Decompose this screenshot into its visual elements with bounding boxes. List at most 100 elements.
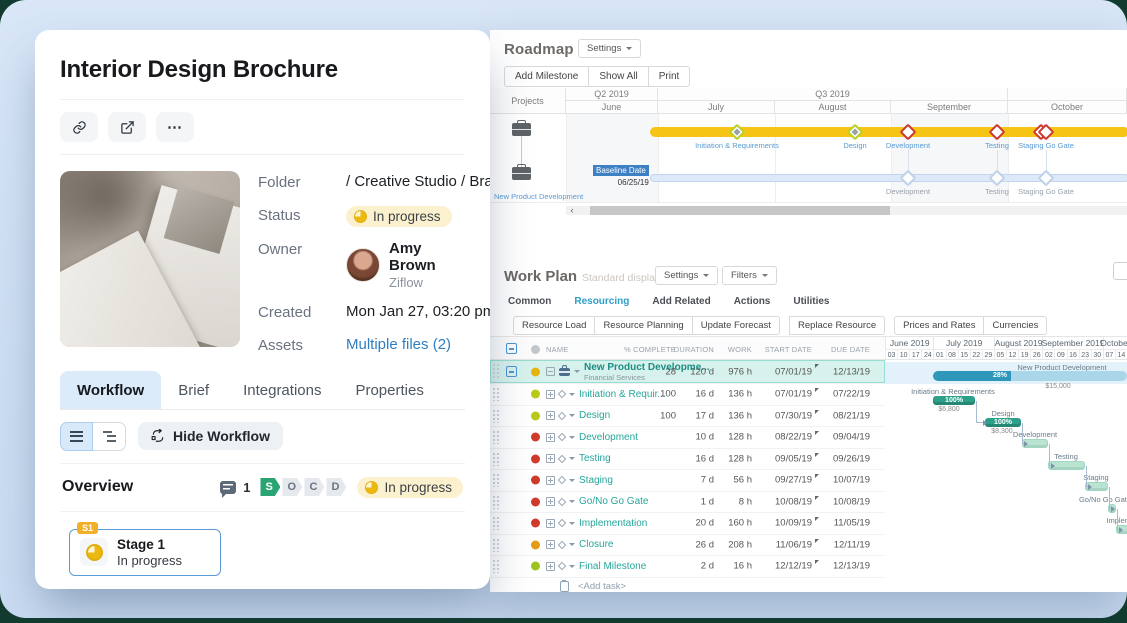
- row-drag-handle[interactable]: [492, 559, 499, 573]
- cut-off-control[interactable]: [1113, 262, 1127, 280]
- roadmap-project-label[interactable]: New Product Development: [494, 192, 583, 201]
- project-thumbnail[interactable]: [60, 171, 240, 347]
- chevron-down-icon[interactable]: [569, 479, 575, 485]
- workplan-tab-common[interactable]: Common: [508, 296, 551, 307]
- row-drag-handle[interactable]: [492, 473, 499, 487]
- workplan-tab-add-related[interactable]: Add Related: [652, 296, 710, 307]
- field-row-owner: OwnerAmy BrownZiflow: [258, 240, 465, 290]
- roadmap-current-bar[interactable]: [650, 127, 1127, 137]
- add-task-row[interactable]: <Add task>: [490, 578, 885, 595]
- expand-icon[interactable]: [546, 411, 555, 420]
- table-row[interactable]: Closure26 d208 h11/06/1912/11/19: [490, 535, 885, 557]
- expand-icon[interactable]: [546, 433, 555, 442]
- chevron-down-icon[interactable]: [569, 393, 575, 399]
- table-row[interactable]: Implementation20 d160 h10/09/1911/05/19: [490, 513, 885, 535]
- row-drag-handle[interactable]: [492, 409, 499, 423]
- expand-icon[interactable]: [546, 390, 555, 399]
- collapse-icon[interactable]: [546, 367, 555, 376]
- hide-workflow-button[interactable]: Hide Workflow: [138, 422, 283, 450]
- overview-row[interactable]: Overview 1 SOCD In progress: [60, 463, 465, 512]
- row-drag-handle[interactable]: [492, 495, 499, 509]
- assets-link[interactable]: Multiple files (2): [346, 336, 451, 353]
- tree-view-button[interactable]: [93, 422, 126, 451]
- row-drag-handle[interactable]: [492, 363, 499, 379]
- expand-icon[interactable]: [546, 562, 555, 571]
- table-row[interactable]: Design10017 d136 h07/30/1908/21/19: [490, 406, 885, 428]
- table-row[interactable]: Initiation & Requir...10016 d136 h07/01/…: [490, 384, 885, 406]
- prices-and-rates-button[interactable]: Prices and Rates: [894, 316, 984, 335]
- table-row[interactable]: Testing16 d128 h09/05/1909/26/19: [490, 449, 885, 471]
- expand-icon[interactable]: [546, 540, 555, 549]
- task-name[interactable]: Go/No Go Gate: [579, 496, 648, 507]
- expand-icon[interactable]: [546, 497, 555, 506]
- more-actions-button[interactable]: ⋯: [156, 112, 194, 142]
- tab-workflow[interactable]: Workflow: [60, 371, 161, 409]
- task-name[interactable]: Design: [579, 410, 610, 421]
- row-drag-handle[interactable]: [492, 538, 499, 552]
- chevron-down-icon[interactable]: [574, 370, 580, 376]
- row-checkbox[interactable]: [506, 366, 517, 377]
- resource-planning-button[interactable]: Resource Planning: [595, 316, 692, 335]
- task-name[interactable]: Development: [579, 432, 638, 443]
- table-row[interactable]: Go/No Go Gate1 d8 h10/08/1910/08/19: [490, 492, 885, 514]
- gantt-month-august-2019: August 2019: [994, 337, 1042, 349]
- list-view-button[interactable]: [60, 422, 93, 451]
- gantt-task-bar[interactable]: 100%: [985, 418, 1021, 427]
- show-all-button[interactable]: Show All: [589, 66, 648, 87]
- row-drag-handle[interactable]: [492, 430, 499, 444]
- gantt-task-bar[interactable]: 100%: [933, 396, 975, 405]
- task-name[interactable]: Implementation: [579, 518, 647, 529]
- table-row[interactable]: New Product Developme...Financial Servic…: [490, 360, 885, 384]
- resource-load-button[interactable]: Resource Load: [513, 316, 595, 335]
- task-name[interactable]: Final Milestone: [579, 561, 646, 572]
- replace-resource-button[interactable]: Replace Resource: [789, 316, 885, 335]
- briefcase-icon[interactable]: [512, 167, 531, 180]
- gantt-summary-bar[interactable]: 28%: [933, 371, 1127, 381]
- table-row[interactable]: Staging7 d56 h09/27/1910/07/19: [490, 470, 885, 492]
- currencies-button[interactable]: Currencies: [984, 316, 1047, 335]
- chevron-down-icon[interactable]: [569, 436, 575, 442]
- month-header-october: October: [1008, 101, 1127, 114]
- tab-properties[interactable]: Properties: [338, 371, 440, 409]
- chevron-down-icon[interactable]: [569, 414, 575, 420]
- stage-card[interactable]: S1 Stage 1 In progress: [69, 529, 221, 577]
- task-name[interactable]: Testing: [579, 453, 611, 464]
- task-name[interactable]: Closure: [579, 539, 613, 550]
- dependency-arrow-icon: [1119, 527, 1126, 533]
- update-forecast-button[interactable]: Update Forecast: [693, 316, 780, 335]
- table-row[interactable]: Development10 d128 h08/22/1909/04/19: [490, 427, 885, 449]
- share-button[interactable]: [108, 112, 146, 142]
- roadmap-baseline-bar[interactable]: [650, 174, 1127, 182]
- expand-icon[interactable]: [546, 454, 555, 463]
- chevron-down-icon[interactable]: [569, 543, 575, 549]
- table-row[interactable]: Final Milestone2 d16 h12/12/1912/13/19: [490, 556, 885, 578]
- baseline-date-tag: Baseline Date 06/25/19: [593, 165, 649, 187]
- chevron-down-icon[interactable]: [569, 565, 575, 571]
- scroll-left-arrow[interactable]: ‹: [566, 206, 578, 215]
- workplan-tab-actions[interactable]: Actions: [734, 296, 771, 307]
- chevron-down-icon[interactable]: [569, 500, 575, 506]
- row-drag-handle[interactable]: [492, 387, 499, 401]
- task-name[interactable]: Staging: [579, 475, 613, 486]
- tab-integrations[interactable]: Integrations: [226, 371, 338, 409]
- add-milestone-button[interactable]: Add Milestone: [504, 66, 589, 87]
- workplan-filters-button[interactable]: Filters: [722, 266, 777, 285]
- tab-brief[interactable]: Brief: [161, 371, 226, 409]
- print-button[interactable]: Print: [649, 66, 691, 87]
- chevron-down-icon[interactable]: [569, 457, 575, 463]
- comment-icon[interactable]: [220, 481, 236, 494]
- briefcase-icon[interactable]: [512, 123, 531, 136]
- chevron-down-icon[interactable]: [569, 522, 575, 528]
- roadmap-settings-button[interactable]: Settings: [578, 39, 641, 58]
- workplan-tab-resourcing[interactable]: Resourcing: [574, 296, 629, 307]
- row-drag-handle[interactable]: [492, 516, 499, 530]
- task-name[interactable]: Initiation & Requir...: [579, 389, 666, 400]
- select-all-checkbox[interactable]: [506, 343, 517, 354]
- workplan-tab-utilities[interactable]: Utilities: [793, 296, 829, 307]
- roadmap-hscrollbar-thumb[interactable]: [590, 206, 890, 215]
- expand-icon[interactable]: [546, 519, 555, 528]
- workplan-settings-button[interactable]: Settings: [655, 266, 718, 285]
- row-drag-handle[interactable]: [492, 452, 499, 466]
- copy-link-button[interactable]: [60, 112, 98, 142]
- expand-icon[interactable]: [546, 476, 555, 485]
